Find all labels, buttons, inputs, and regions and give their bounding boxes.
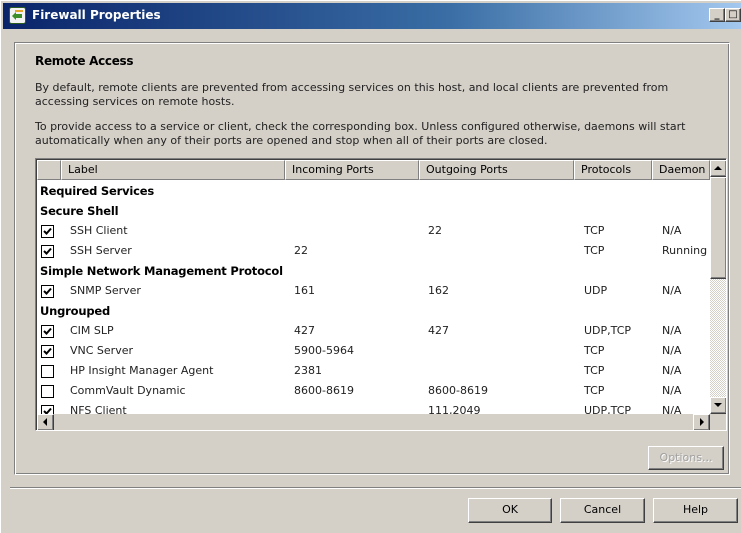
description-paragraph-1: By default, remote clients are prevented… (35, 81, 669, 108)
table-row[interactable]: CommVault Dynamic 8600-8619 8600-8619 TC… (38, 381, 710, 401)
protocols: UDP,TCP (584, 324, 632, 337)
window-title: Firewall Properties (32, 8, 161, 22)
protocols: TCP (584, 364, 605, 377)
scroll-right-button[interactable] (693, 414, 710, 430)
outgoing-ports: 162 (428, 284, 449, 297)
daemon-status: Running (662, 244, 708, 257)
group-row: Required Services (38, 181, 710, 201)
checkbox-checked[interactable] (41, 225, 54, 238)
checkbox-column-header[interactable] (37, 160, 61, 180)
options-button[interactable]: Options... (648, 446, 724, 470)
protocols: TCP (584, 244, 605, 257)
daemon-status: N/A (662, 384, 682, 397)
services-list[interactable]: Label Incoming Ports Outgoing Ports Prot… (35, 158, 727, 431)
protocols: TCP (584, 344, 605, 357)
checkbox-unchecked[interactable] (41, 365, 54, 378)
column-header-incoming-ports[interactable]: Incoming Ports (285, 160, 419, 180)
group-row: Ungrouped (38, 301, 710, 321)
app-icon (9, 7, 26, 24)
horizontal-scrollbar[interactable] (37, 414, 710, 430)
column-header-daemon[interactable]: Daemon (652, 160, 710, 180)
checkbox-checked[interactable] (41, 325, 54, 338)
title-bar[interactable]: Firewall Properties _ □ X (3, 3, 741, 29)
arrow-up-icon (714, 166, 722, 170)
incoming-ports: 427 (294, 324, 315, 337)
service-label: SNMP Server (70, 284, 141, 297)
table-row[interactable]: SNMP Server 161 162 UDP N/A (38, 281, 710, 301)
scroll-left-button[interactable] (37, 414, 54, 430)
service-label: SSH Server (70, 244, 132, 257)
scroll-down-button[interactable] (710, 397, 726, 414)
protocols: UDP (584, 284, 608, 297)
service-label: CIM SLP (70, 324, 114, 337)
arrow-down-icon (714, 403, 722, 407)
arrow-right-icon (700, 418, 704, 426)
separator (10, 487, 741, 489)
checkbox-unchecked[interactable] (41, 385, 54, 398)
daemon-status: N/A (662, 324, 682, 337)
description-paragraph-2: To provide access to a service or client… (35, 120, 686, 147)
column-header-outgoing-ports[interactable]: Outgoing Ports (419, 160, 574, 180)
incoming-ports: 2381 (294, 364, 322, 377)
incoming-ports: 161 (294, 284, 315, 297)
table-row[interactable]: SSH Server 22 TCP Running (38, 241, 710, 261)
scrollbar-corner (710, 414, 726, 430)
table-row[interactable]: CIM SLP 427 427 UDP,TCP N/A (38, 321, 710, 341)
protocols: TCP (584, 384, 605, 397)
vertical-scroll-thumb[interactable] (710, 177, 726, 279)
cancel-button[interactable]: Cancel (560, 498, 645, 523)
table-row[interactable]: VNC Server 5900-5964 TCP N/A (38, 341, 710, 361)
incoming-ports: 5900-5964 (294, 344, 354, 357)
outgoing-ports: 427 (428, 324, 449, 337)
service-label: VNC Server (70, 344, 134, 357)
table-row[interactable]: SSH Client 22 TCP N/A (38, 221, 710, 241)
checkbox-checked[interactable] (41, 285, 54, 298)
scroll-up-button[interactable] (710, 160, 726, 177)
help-button[interactable]: Help (653, 498, 738, 523)
checkbox-checked[interactable] (41, 345, 54, 358)
group-label: Secure Shell (40, 204, 119, 218)
daemon-status: N/A (662, 284, 682, 297)
arrow-left-icon (43, 418, 47, 426)
group-row: Secure Shell (38, 201, 710, 221)
column-header-label[interactable]: Label (61, 160, 285, 180)
service-label: CommVault Dynamic (70, 384, 186, 397)
group-label: Required Services (40, 184, 154, 198)
vertical-scrollbar[interactable] (710, 160, 726, 414)
protocols: TCP (584, 224, 605, 237)
checkbox-checked[interactable] (41, 245, 54, 258)
daemon-status: N/A (662, 224, 682, 237)
group-label: Ungrouped (40, 304, 110, 318)
daemon-status: N/A (662, 364, 682, 377)
firewall-properties-window: Firewall Properties _ □ X Remote Access … (0, 0, 741, 533)
service-label: SSH Client (70, 224, 128, 237)
table-row[interactable]: HP Insight Manager Agent 2381 TCP N/A (38, 361, 710, 381)
section-heading: Remote Access (35, 54, 134, 68)
ok-button[interactable]: OK (468, 498, 552, 523)
outgoing-ports: 22 (428, 224, 442, 237)
service-label: HP Insight Manager Agent (70, 364, 214, 377)
column-header-protocols[interactable]: Protocols (574, 160, 652, 180)
group-row: Simple Network Management Protocol (38, 261, 710, 281)
outgoing-ports: 8600-8619 (428, 384, 488, 397)
minimize-button[interactable]: _ (709, 8, 725, 22)
group-label: Simple Network Management Protocol (40, 264, 283, 278)
maximize-button[interactable]: □ (725, 8, 741, 22)
incoming-ports: 8600-8619 (294, 384, 354, 397)
daemon-status: N/A (662, 344, 682, 357)
incoming-ports: 22 (294, 244, 308, 257)
table-rows: Required Services Secure Shell SSH Clien… (38, 181, 710, 421)
